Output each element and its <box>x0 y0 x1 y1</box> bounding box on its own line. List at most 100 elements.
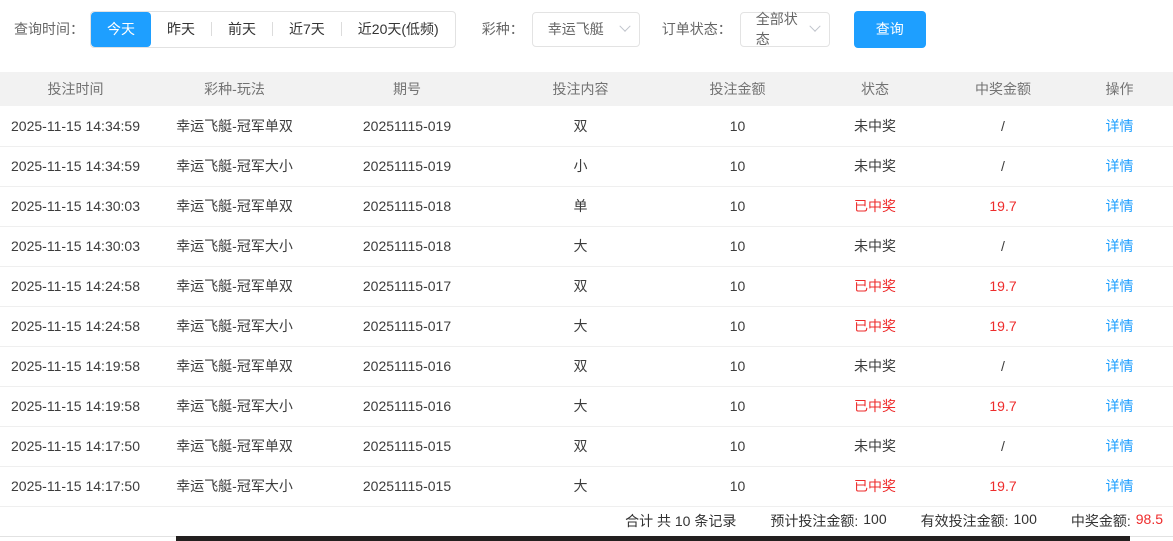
detail-link[interactable]: 详情 <box>1106 278 1134 294</box>
detail-link[interactable]: 详情 <box>1106 238 1134 254</box>
table-row: 2025-11-15 14:19:58 幸运飞艇-冠军单双 20251115-0… <box>0 346 1173 386</box>
cell-bet-content: 大 <box>496 306 665 346</box>
detail-link[interactable]: 详情 <box>1106 478 1134 494</box>
cell-status: 未中奖 <box>810 106 940 146</box>
cell-status: 未中奖 <box>810 346 940 386</box>
cell-status: 已中奖 <box>810 266 940 306</box>
detail-link[interactable]: 详情 <box>1106 318 1134 334</box>
cell-action: 详情 <box>1066 226 1173 266</box>
detail-link[interactable]: 详情 <box>1106 158 1134 174</box>
cell-action: 详情 <box>1066 106 1173 146</box>
cell-bet-amount: 10 <box>665 226 810 266</box>
cell-bet-time: 2025-11-15 14:34:59 <box>0 146 151 186</box>
col-header-game-type: 彩种-玩法 <box>151 72 318 106</box>
cell-issue: 20251115-019 <box>318 146 496 186</box>
cell-issue: 20251115-019 <box>318 106 496 146</box>
cell-bet-content: 大 <box>496 226 665 266</box>
cell-bet-amount: 10 <box>665 266 810 306</box>
lottery-select-value: 幸运飞艇 <box>548 19 604 39</box>
table-body: 2025-11-15 14:34:59 幸运飞艇-冠军单双 20251115-0… <box>0 106 1173 506</box>
cell-win-amount: / <box>940 426 1066 466</box>
time-filter-20days[interactable]: 近20天(低频) <box>342 12 455 47</box>
summary-win-label: 中奖金额: <box>1071 511 1131 531</box>
detail-link[interactable]: 详情 <box>1106 358 1134 374</box>
lottery-select[interactable]: 幸运飞艇 <box>532 12 640 47</box>
cell-bet-time: 2025-11-15 14:34:59 <box>0 106 151 146</box>
cell-action: 详情 <box>1066 346 1173 386</box>
cell-game-type: 幸运飞艇-冠军单双 <box>151 186 318 226</box>
time-filter-day-before[interactable]: 前天 <box>212 12 272 47</box>
detail-link[interactable]: 详情 <box>1106 398 1134 414</box>
order-status-select-value: 全部状态 <box>756 9 805 49</box>
cell-action: 详情 <box>1066 266 1173 306</box>
cell-game-type: 幸运飞艇-冠军单双 <box>151 346 318 386</box>
cell-game-type: 幸运飞艇-冠军单双 <box>151 106 318 146</box>
cell-win-amount: 19.7 <box>940 386 1066 426</box>
summary-bar: 合计 共 10 条记录 预计投注金额: 100 有效投注金额: 100 中奖金额… <box>0 507 1173 537</box>
cell-action: 详情 <box>1066 426 1173 466</box>
cell-bet-content: 双 <box>496 346 665 386</box>
cell-win-amount: 19.7 <box>940 466 1066 506</box>
summary-win-value: 98.5 <box>1136 511 1163 531</box>
table-row: 2025-11-15 14:34:59 幸运飞艇-冠军大小 20251115-0… <box>0 146 1173 186</box>
detail-link[interactable]: 详情 <box>1106 438 1134 454</box>
time-filter-yesterday[interactable]: 昨天 <box>151 12 211 47</box>
cell-status: 未中奖 <box>810 426 940 466</box>
cell-issue: 20251115-016 <box>318 386 496 426</box>
col-header-win-amount: 中奖金额 <box>940 72 1066 106</box>
summary-expected-amount: 预计投注金额: 100 <box>770 511 886 531</box>
cell-status: 未中奖 <box>810 226 940 266</box>
cell-issue: 20251115-015 <box>318 466 496 506</box>
cell-game-type: 幸运飞艇-冠军单双 <box>151 426 318 466</box>
cell-game-type: 幸运飞艇-冠军大小 <box>151 386 318 426</box>
order-status-label: 订单状态： <box>662 19 732 39</box>
orders-table: 投注时间 彩种-玩法 期号 投注内容 投注金额 状态 中奖金额 操作 2025-… <box>0 72 1173 507</box>
cell-bet-content: 大 <box>496 386 665 426</box>
col-header-bet-amount: 投注金额 <box>665 72 810 106</box>
cell-action: 详情 <box>1066 146 1173 186</box>
cell-bet-content: 双 <box>496 106 665 146</box>
summary-expected-value: 100 <box>863 511 886 531</box>
summary-valid-value: 100 <box>1014 511 1037 531</box>
cell-bet-time: 2025-11-15 14:24:58 <box>0 266 151 306</box>
cell-bet-time: 2025-11-15 14:19:58 <box>0 386 151 426</box>
lottery-label: 彩种： <box>482 19 524 39</box>
cell-bet-content: 大 <box>496 466 665 506</box>
table-row: 2025-11-15 14:17:50 幸运飞艇-冠军单双 20251115-0… <box>0 426 1173 466</box>
query-button[interactable]: 查询 <box>854 11 926 48</box>
table-row: 2025-11-15 14:24:58 幸运飞艇-冠军单双 20251115-0… <box>0 266 1173 306</box>
cell-bet-time: 2025-11-15 14:30:03 <box>0 226 151 266</box>
chevron-down-icon <box>619 21 630 32</box>
cell-game-type: 幸运飞艇-冠军大小 <box>151 146 318 186</box>
chevron-down-icon <box>809 21 820 32</box>
cell-bet-content: 单 <box>496 186 665 226</box>
cell-win-amount: 19.7 <box>940 306 1066 346</box>
table-row: 2025-11-15 14:30:03 幸运飞艇-冠军大小 20251115-0… <box>0 226 1173 266</box>
cell-game-type: 幸运飞艇-冠军单双 <box>151 266 318 306</box>
table-row: 2025-11-15 14:17:50 幸运飞艇-冠军大小 20251115-0… <box>0 466 1173 506</box>
summary-total: 合计 共 10 条记录 <box>625 511 736 531</box>
detail-link[interactable]: 详情 <box>1106 118 1134 134</box>
col-header-action: 操作 <box>1066 72 1173 106</box>
cell-issue: 20251115-015 <box>318 426 496 466</box>
cell-bet-amount: 10 <box>665 146 810 186</box>
table-row: 2025-11-15 14:19:58 幸运飞艇-冠军大小 20251115-0… <box>0 386 1173 426</box>
col-header-bet-content: 投注内容 <box>496 72 665 106</box>
cell-win-amount: 19.7 <box>940 266 1066 306</box>
summary-valid-label: 有效投注金额: <box>921 511 1009 531</box>
cell-bet-time: 2025-11-15 14:30:03 <box>0 186 151 226</box>
cell-bet-content: 双 <box>496 426 665 466</box>
cell-status: 未中奖 <box>810 146 940 186</box>
time-filter-today[interactable]: 今天 <box>91 12 151 47</box>
cell-issue: 20251115-017 <box>318 266 496 306</box>
cell-bet-amount: 10 <box>665 106 810 146</box>
detail-link[interactable]: 详情 <box>1106 198 1134 214</box>
toolbar: 查询时间： 今天 昨天 前天 近7天 近20天(低频) 彩种： 幸运飞艇 订单状… <box>0 0 1173 72</box>
cell-action: 详情 <box>1066 306 1173 346</box>
time-filter-7days[interactable]: 近7天 <box>273 12 341 47</box>
cell-bet-content: 小 <box>496 146 665 186</box>
cell-issue: 20251115-017 <box>318 306 496 346</box>
cell-bet-time: 2025-11-15 14:17:50 <box>0 426 151 466</box>
time-filter-group: 今天 昨天 前天 近7天 近20天(低频) <box>90 11 456 48</box>
order-status-select[interactable]: 全部状态 <box>740 12 830 47</box>
